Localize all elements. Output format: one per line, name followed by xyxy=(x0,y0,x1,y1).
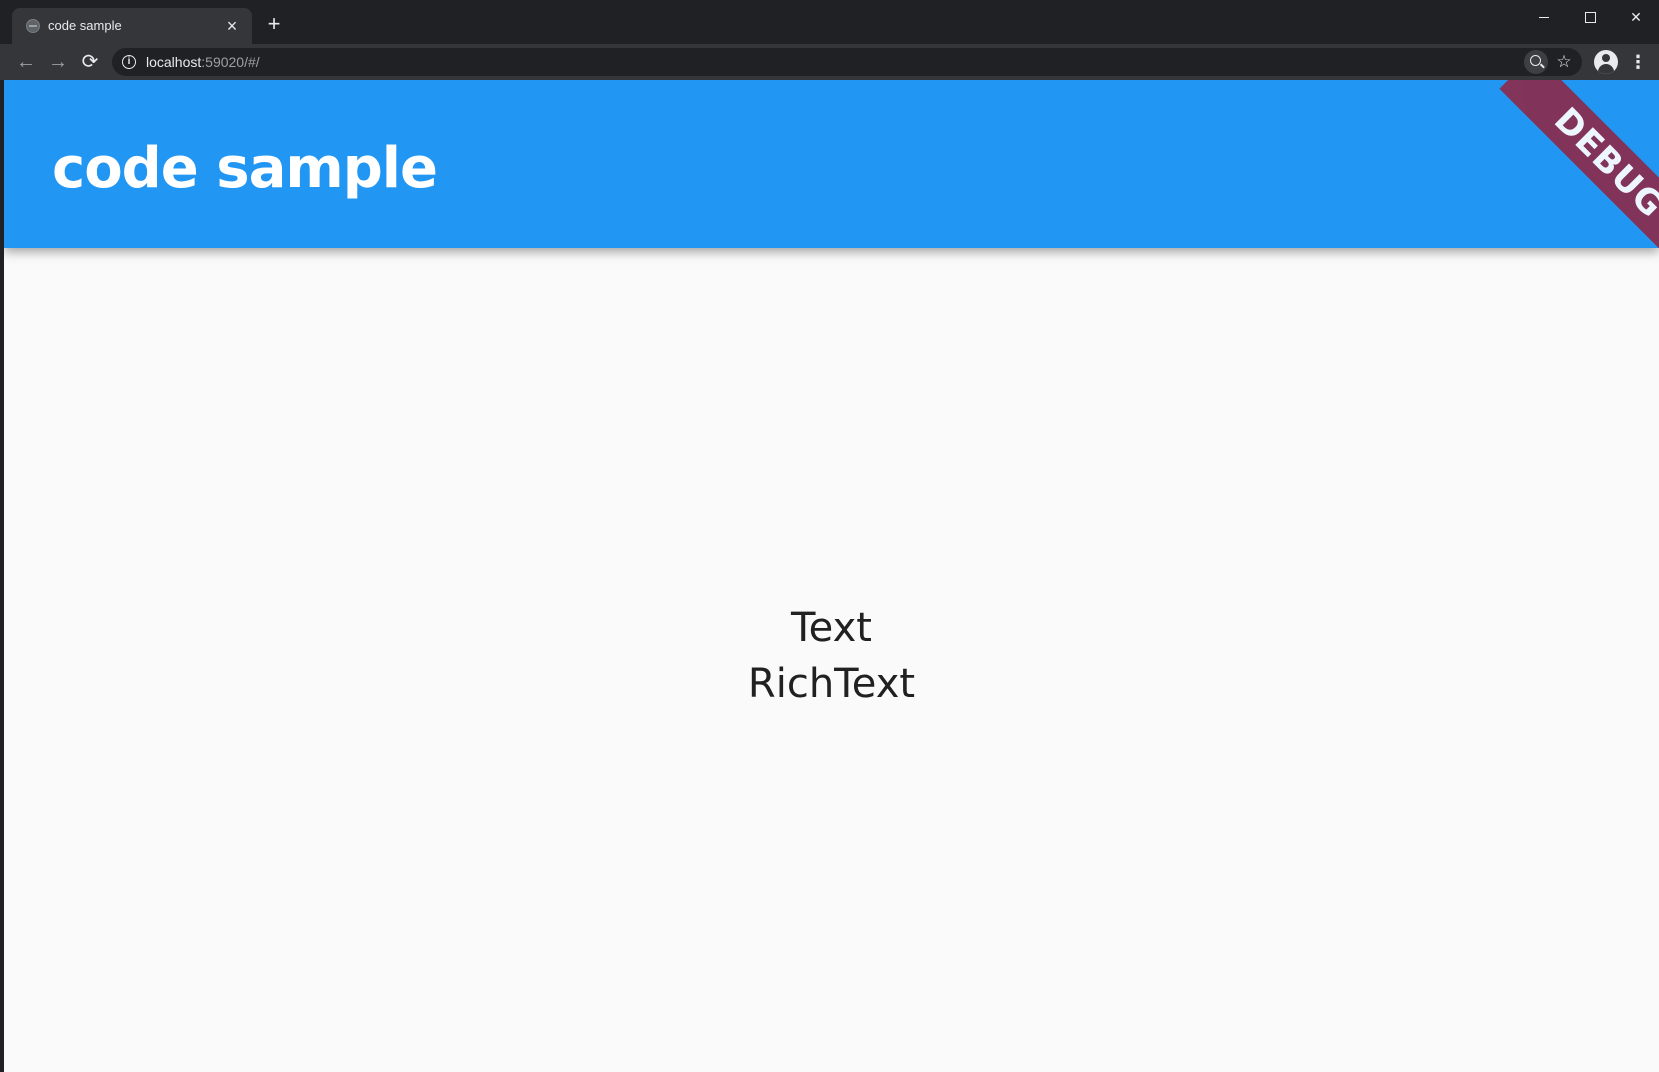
star-icon[interactable]: ☆ xyxy=(1552,50,1576,74)
globe-icon xyxy=(26,19,40,33)
url-text[interactable]: localhost:59020/#/ xyxy=(146,54,260,70)
window-close-button[interactable]: ✕ xyxy=(1616,4,1656,30)
zoom-icon[interactable] xyxy=(1524,50,1548,74)
tab-close-icon[interactable]: × xyxy=(222,16,242,36)
debug-banner-container: DEBUG xyxy=(1459,80,1659,248)
page-title: code sample xyxy=(52,136,438,201)
debug-banner: DEBUG xyxy=(1499,80,1659,248)
tab-strip: code sample × + ✕ xyxy=(0,0,1659,44)
browser-window: code sample × + ✕ ← → ⟳ i localhost:5902… xyxy=(0,0,1659,1072)
address-bar[interactable]: i localhost:59020/#/ ☆ xyxy=(112,48,1582,76)
menu-icon[interactable]: ⋮ xyxy=(1628,50,1648,74)
info-icon[interactable]: i xyxy=(122,55,136,69)
tab-code-sample[interactable]: code sample × xyxy=(12,8,252,44)
forward-button[interactable]: → xyxy=(46,50,70,74)
url-path: :59020/#/ xyxy=(201,54,260,70)
browser-toolbar: ← → ⟳ i localhost:59020/#/ ☆ ⋮ xyxy=(0,44,1659,80)
body-column: Text RichText xyxy=(4,600,1659,712)
app-page: code sample DEBUG Text RichText xyxy=(4,80,1659,1072)
app-bar: code sample xyxy=(4,80,1659,248)
url-host: localhost xyxy=(146,54,202,70)
minimize-button[interactable] xyxy=(1524,4,1564,30)
maximize-button[interactable] xyxy=(1570,4,1610,30)
text-widget: Text xyxy=(791,605,872,651)
richtext-widget: RichText xyxy=(747,661,916,707)
tab-title: code sample xyxy=(48,18,122,33)
reload-button[interactable]: ⟳ xyxy=(78,50,102,74)
new-tab-button[interactable]: + xyxy=(264,13,284,35)
back-button[interactable]: ← xyxy=(14,50,38,74)
profile-icon[interactable] xyxy=(1594,50,1618,74)
